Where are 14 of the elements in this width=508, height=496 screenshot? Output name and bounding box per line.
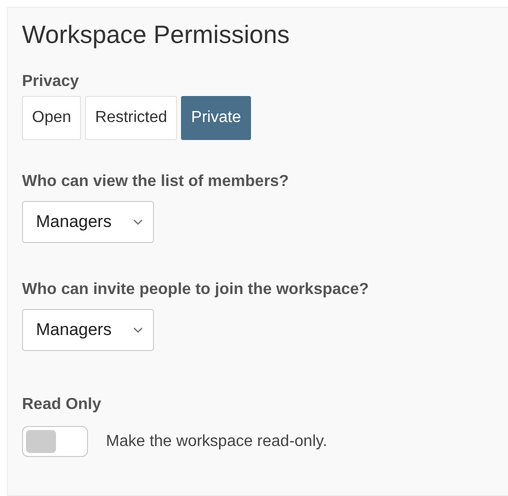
role-dropdown[interactable]: Managers bbox=[22, 309, 154, 351]
chevron-down-icon bbox=[133, 327, 143, 333]
role-dropdown[interactable]: Managers bbox=[22, 201, 154, 243]
toggle-description: Make the workspace read-only. bbox=[106, 432, 328, 450]
chevron-down-icon bbox=[133, 219, 143, 225]
privacy-option-button[interactable]: Private bbox=[181, 96, 251, 140]
privacy-option-button[interactable]: Open bbox=[22, 96, 82, 140]
field-label: Who can invite people to join the workspace? bbox=[22, 280, 369, 300]
toggle-switch[interactable] bbox=[22, 426, 88, 457]
section-label: Read Only bbox=[22, 395, 102, 415]
section-label: Privacy bbox=[22, 72, 79, 92]
field-label: Who can view the list of members? bbox=[22, 172, 289, 192]
panel-title: Workspace Permissions bbox=[22, 20, 290, 50]
privacy-option-button[interactable]: Restricted bbox=[85, 96, 178, 140]
